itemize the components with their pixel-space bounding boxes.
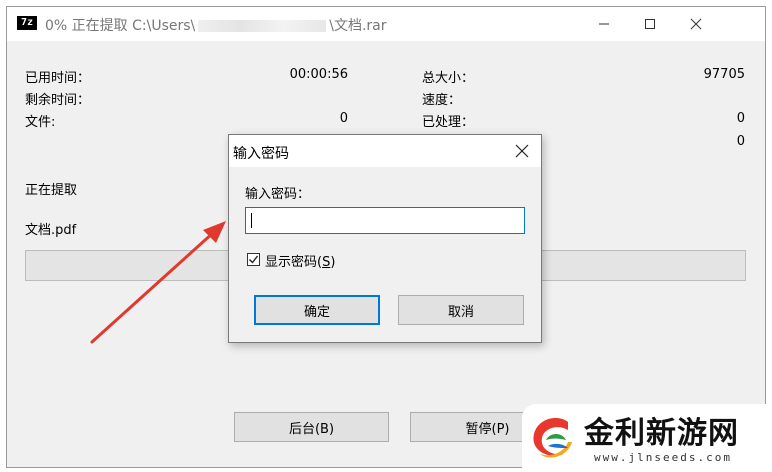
checkmark-icon xyxy=(249,255,259,264)
show-password-checkbox[interactable] xyxy=(247,253,260,266)
show-password-text: 显示密码( xyxy=(265,255,323,270)
dialog-title-bar[interactable]: 输入密码 xyxy=(229,135,541,167)
cancel-button[interactable]: 取消 xyxy=(398,295,524,325)
watermark-url: www.jlnseeds.com xyxy=(594,451,732,464)
watermark-logo-icon xyxy=(533,418,572,458)
password-prompt-label: 输入密码： xyxy=(245,187,311,202)
site-watermark: 金利新游网 www.jlnseeds.com xyxy=(522,404,772,472)
text-caret xyxy=(251,213,252,228)
show-password-label[interactable]: 显示密码(S) xyxy=(265,251,335,270)
show-password-text-end: ) xyxy=(330,255,336,270)
password-input[interactable] xyxy=(245,207,525,234)
dialog-close-icon[interactable] xyxy=(513,142,531,160)
watermark-title: 金利新游网 xyxy=(584,416,739,451)
password-dialog: 输入密码 输入密码： 显示密码(S) 确定 取消 xyxy=(228,134,542,343)
dialog-title: 输入密码 xyxy=(233,146,289,162)
ok-button[interactable]: 确定 xyxy=(254,295,380,325)
